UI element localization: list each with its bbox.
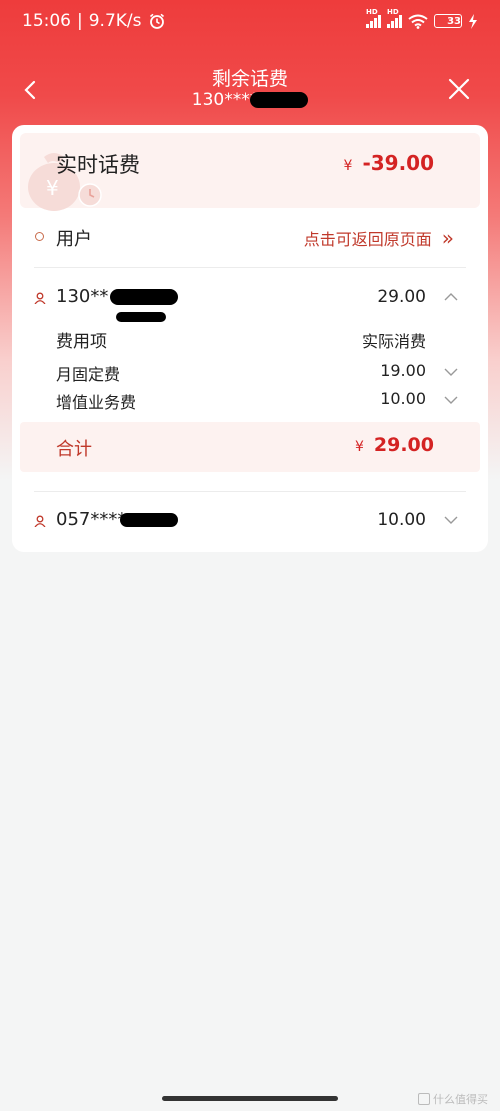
- status-net-speed: 9.7K/s: [88, 11, 142, 31]
- chevron-down-icon[interactable]: [444, 367, 458, 377]
- return-link-text: 点击可返回原页面: [303, 230, 432, 249]
- total-label: 合计: [56, 439, 92, 460]
- watermark-text: 什么值得买: [433, 1093, 488, 1106]
- chevron-up-icon[interactable]: [444, 292, 458, 302]
- chevron-down-icon[interactable]: [444, 395, 458, 405]
- subtitle-number: 130****: [191, 90, 259, 110]
- redaction-mark: [110, 289, 179, 305]
- fee-name: 增值业务费: [56, 393, 137, 412]
- realtime-fee-label: 实时话费: [56, 153, 140, 177]
- status-separator: |: [77, 11, 83, 31]
- total-amount: ¥29.00: [355, 434, 434, 456]
- svg-text:¥: ¥: [46, 176, 59, 200]
- circle-bullet-icon: [35, 232, 44, 241]
- user-label: 用户: [56, 229, 92, 250]
- currency-symbol: ¥: [354, 439, 364, 455]
- account-row[interactable]: 057**** 10.00: [12, 504, 488, 540]
- realtime-fee-value: -39.00: [362, 151, 434, 175]
- account-number: 130**: [56, 286, 179, 307]
- status-bar: 15:06 | 9.7K/s HD HD 33: [0, 0, 500, 42]
- return-to-original-page-link[interactable]: 点击可返回原页面 »: [304, 226, 454, 250]
- signal-sim1-icon: HD: [366, 8, 381, 28]
- realtime-fee-amount: ¥ -39.00: [344, 151, 434, 175]
- sim1-hd-label: HD: [366, 8, 378, 16]
- fee-row[interactable]: 增值业务费 10.00: [12, 386, 488, 414]
- account-number-text: 130**: [56, 286, 109, 307]
- realtime-fee-summary: ¥ 实时话费 ¥ -39.00: [20, 133, 480, 211]
- watermark-logo-icon: [418, 1093, 430, 1105]
- status-left: 15:06 | 9.7K/s: [22, 11, 166, 31]
- account-amount: 29.00: [377, 287, 426, 307]
- divider: [34, 491, 466, 492]
- home-indicator[interactable]: [162, 1096, 338, 1101]
- account-amount: 10.00: [377, 510, 426, 530]
- status-right: HD HD 33: [366, 8, 478, 29]
- total-value: 29.00: [373, 434, 434, 456]
- redaction-mark: [116, 312, 166, 322]
- charging-bolt-icon: [469, 13, 477, 29]
- chevron-down-icon[interactable]: [444, 515, 458, 525]
- status-time: 15:06: [22, 11, 71, 31]
- page-subtitle-phone: 130****: [0, 90, 500, 110]
- total-row: 合计 ¥29.00: [20, 422, 480, 472]
- battery-icon: 33: [434, 14, 462, 28]
- close-icon[interactable]: [448, 78, 470, 100]
- fee-value: 10.00: [380, 389, 426, 408]
- actual-spend-header: 实际消费: [361, 332, 426, 351]
- double-chevron-right-icon: »: [441, 226, 454, 250]
- fee-row[interactable]: 月固定费 19.00: [12, 358, 488, 386]
- account-number-text: 057****: [56, 509, 127, 530]
- nav-bar: 剩余话费 130****: [0, 58, 500, 118]
- fee-item-header: 费用项: [56, 332, 107, 352]
- user-row: 用户 点击可返回原页面 »: [12, 215, 488, 259]
- fee-value: 19.00: [380, 361, 426, 380]
- divider: [34, 267, 466, 268]
- account-number: 057****: [56, 509, 179, 530]
- redaction-mark: [250, 92, 309, 108]
- redaction-mark: [120, 513, 179, 527]
- sim2-hd-label: HD: [387, 8, 399, 16]
- person-icon: [34, 515, 46, 527]
- signal-sim2-icon: HD: [387, 8, 402, 28]
- page-title: 剩余话费: [211, 68, 288, 90]
- currency-symbol: ¥: [343, 158, 353, 174]
- fee-name: 月固定费: [56, 365, 121, 384]
- wifi-icon: [408, 14, 428, 29]
- account-row[interactable]: 130** 29.00: [12, 281, 488, 322]
- bill-card: ¥ 实时话费 ¥ -39.00 用户 点击可返回原页面 » 130** 29.00: [12, 125, 488, 552]
- battery-level: 33: [447, 15, 461, 27]
- person-icon: [34, 292, 46, 304]
- watermark: 什么值得买: [418, 1091, 488, 1107]
- alarm-clock-icon: [149, 13, 164, 29]
